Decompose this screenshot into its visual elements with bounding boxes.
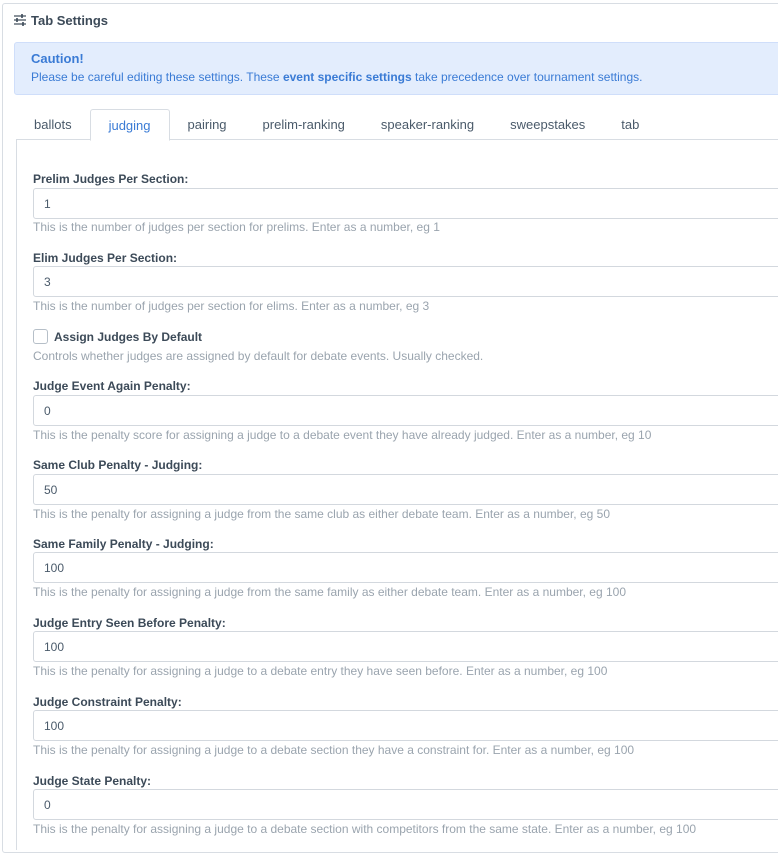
page-title: Tab Settings [31,12,109,28]
same-family-input[interactable] [33,552,778,583]
constraint-label: Judge Constraint Penalty: [33,695,182,709]
same-club-input[interactable] [33,474,778,505]
entry-seen-label: Judge Entry Seen Before Penalty: [33,616,226,630]
card-header: Tab Settings [13,10,108,30]
same-club-label: Same Club Penalty - Judging: [33,458,203,472]
prelim-judges-input[interactable] [33,188,778,219]
tab-speaker-ranking[interactable]: speaker-ranking [363,109,492,140]
tab-prelim-ranking[interactable]: prelim-ranking [245,109,363,140]
entry-seen-help: This is the penalty for assigning a judg… [33,664,608,678]
same-family-help: This is the penalty for assigning a judg… [33,585,626,599]
state-label: Judge State Penalty: [33,774,152,788]
event-again-input[interactable] [33,395,778,426]
tab-judging[interactable]: judging [89,109,170,141]
tab-pairing[interactable]: pairing [170,109,245,140]
elim-judges-help: This is the number of judges per section… [33,299,430,313]
same-club-help: This is the penalty for assigning a judg… [33,507,610,521]
settings-tabs: ballots judging pairing prelim-ranking s… [16,109,778,141]
tab-tab[interactable]: tab [603,109,657,140]
tab-sweepstakes[interactable]: sweepstakes [492,109,603,140]
elim-judges-label: Elim Judges Per Section: [33,251,178,265]
prelim-judges-label: Prelim Judges Per Section: [33,172,189,186]
event-again-help: This is the penalty score for assigning … [33,428,652,442]
alert-title: Caution! [31,51,84,66]
elim-judges-input[interactable] [33,266,778,297]
event-again-label: Judge Event Again Penalty: [33,379,191,393]
sliders-icon [13,14,27,26]
tab-ballots[interactable]: ballots [16,109,90,140]
assign-judges-label: Assign Judges By Default [54,330,203,344]
state-input[interactable] [33,789,778,820]
same-family-label: Same Family Penalty - Judging: [33,537,214,551]
caution-alert: Caution! Please be careful editing these… [14,42,778,95]
prelim-judges-help: This is the number of judges per section… [33,220,440,234]
constraint-help: This is the penalty for assigning a judg… [33,743,635,757]
assign-judges-help: Controls whether judges are assigned by … [33,349,484,363]
assign-judges-checkbox[interactable] [33,329,48,344]
alert-bold-text: event specific settings [282,70,412,84]
entry-seen-input[interactable] [33,631,778,662]
state-help: This is the penalty for assigning a judg… [33,822,697,836]
alert-text: Please be careful editing these settings… [31,70,643,84]
constraint-input[interactable] [33,710,778,741]
